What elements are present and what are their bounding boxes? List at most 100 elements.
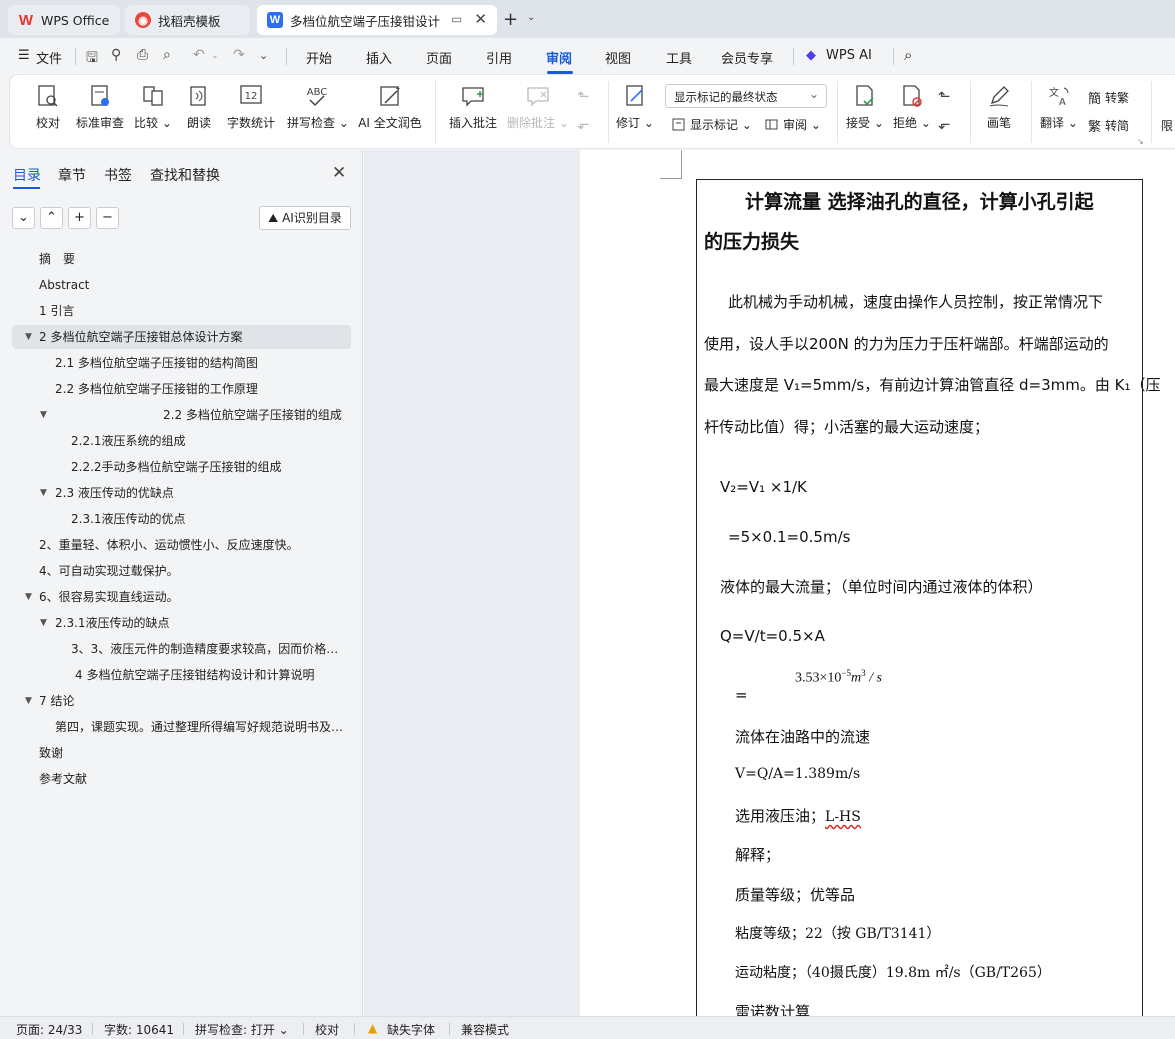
standard-review-button[interactable]: 标准审查 [74, 83, 126, 131]
ai-toc-button[interactable]: ⛰ AI识别目录 [259, 206, 351, 230]
page-indicator[interactable]: 页面: 24/33 [16, 1021, 82, 1038]
menu-insert[interactable]: 插入 [366, 48, 392, 67]
toc-item[interactable]: 第四，课题实现。通过整理所得编写好规范说明书及相关设计资料。 [55, 716, 345, 738]
translate-button[interactable]: 文A 翻译 ⌄ [1040, 83, 1078, 131]
toc-item[interactable]: 2.3.1液压传动的优点 [71, 508, 341, 530]
menu-tools[interactable]: 工具 [666, 48, 692, 67]
toc-item[interactable]: 7 结论 [39, 690, 339, 712]
tab-templates[interactable]: ◉ 找稻壳模板 [125, 5, 250, 35]
collapse-arrow-icon[interactable]: ▼ [40, 404, 47, 426]
document-page[interactable]: 计算流量 选择油孔的直径，计算小孔引起 的压力损失 此机械为手动机械，速度由操作… [580, 150, 1175, 1016]
spell-check-status[interactable]: 拼写检查: 打开 ⌄ [195, 1021, 289, 1038]
monitor-icon[interactable]: ▭ [451, 12, 462, 26]
ai-polish-button[interactable]: ✦ AI 全文润色 [357, 83, 423, 131]
toc-item[interactable]: 致谢 [39, 742, 339, 764]
collapse-all-button[interactable]: ⌄ [12, 207, 35, 229]
word-count-indicator[interactable]: 字数: 10641 [104, 1021, 174, 1038]
toc-item[interactable]: Abstract [39, 274, 339, 296]
next-comment-icon[interactable]: ⬐ [577, 115, 590, 133]
proofread-status[interactable]: 校对 [315, 1021, 339, 1038]
track-changes-button[interactable]: 修订 ⌄ [616, 83, 654, 131]
nav-tab-toc[interactable]: 目录 [13, 165, 41, 185]
toc-item[interactable]: 1 引言 [39, 300, 339, 322]
chevron-down-icon[interactable]: ⌄ [259, 49, 268, 62]
menu-member[interactable]: 会员专享 [721, 48, 773, 67]
dialog-launcher-icon[interactable]: ↘ [1137, 137, 1144, 146]
collapse-arrow-icon[interactable]: ▼ [40, 482, 47, 504]
toc-item[interactable]: 2.2.1液压系统的组成 [71, 430, 341, 452]
toc-item[interactable]: 2.2 多档位航空端子压接钳的组成 [163, 404, 345, 426]
collapse-arrow-icon[interactable]: ▼ [40, 612, 47, 634]
hamburger-icon[interactable]: ☰ [18, 48, 30, 63]
delete-comment-icon [527, 87, 549, 107]
pen-button[interactable]: 画笔 [982, 83, 1016, 131]
next-change-icon[interactable]: ⬐ [938, 115, 951, 133]
add-heading-button[interactable]: + [68, 207, 91, 229]
read-aloud-button[interactable]: 朗读 [185, 83, 213, 131]
toc-item[interactable]: 2.1 多档位航空端子压接钳的结构简图 [55, 352, 345, 374]
tab-document[interactable]: W 多档位航空端子压接钳设计 ▭ ✕ [257, 5, 497, 35]
print-icon[interactable]: ⎙ [137, 47, 148, 63]
toc-item[interactable]: 3、3、液压元件的制造精度要求较高，因而价格较贵。 [71, 638, 341, 660]
compare-button[interactable]: 比较 ⌄ [134, 83, 172, 131]
previous-change-icon[interactable]: ⬑ [938, 87, 951, 105]
spell-check-button[interactable]: ABC 拼写检查 ⌄ [287, 83, 349, 131]
expand-level-button[interactable]: ⌃ [40, 207, 63, 229]
nav-tab-bookmarks[interactable]: 书签 [104, 165, 132, 185]
print-preview-icon[interactable]: ⌕ [163, 47, 171, 63]
delete-comment-button[interactable]: 删除批注 ⌄ [507, 83, 569, 131]
menu-view[interactable]: 视图 [605, 48, 631, 67]
collapse-arrow-icon[interactable]: ▼ [25, 326, 32, 348]
toc-item[interactable]: 2.2 多档位航空端子压接钳的工作原理 [55, 378, 345, 400]
menu-page[interactable]: 页面 [426, 48, 452, 67]
divider [183, 1023, 184, 1035]
remove-heading-button[interactable]: − [96, 207, 119, 229]
word-count-button[interactable]: 12 字数统计 [225, 83, 277, 131]
nav-tab-find-replace[interactable]: 查找和替换 [150, 165, 220, 185]
toc-item[interactable]: 4 多档位航空端子压接钳结构设计和计算说明 [75, 664, 341, 686]
menu-home[interactable]: 开始 [306, 48, 332, 67]
toc-item[interactable]: 2.3.1液压传动的缺点 [55, 612, 345, 634]
undo-icon[interactable]: ↶ [193, 47, 205, 63]
toc-item[interactable]: 2.2.2手动多档位航空端子压接钳的组成 [71, 456, 341, 478]
restrict-editing-label[interactable]: 限 [1161, 117, 1173, 134]
to-traditional-button[interactable]: 簡 转繁 [1088, 88, 1129, 107]
review-pane-button[interactable]: 审阅 ⌄ [764, 116, 821, 133]
collapse-arrow-icon[interactable]: ▼ [25, 690, 32, 712]
accept-button[interactable]: 接受 ⌄ [846, 83, 884, 131]
missing-font-status[interactable]: 缺失字体 [387, 1021, 435, 1038]
toc-item[interactable]: 4、可自动实现过载保护。 [39, 560, 339, 582]
toc-item[interactable]: 2.3 液压传动的优缺点 [55, 482, 345, 504]
menu-reference[interactable]: 引用 [486, 48, 512, 67]
tab-wps-office[interactable]: W WPS Office [8, 5, 120, 35]
close-tab-icon[interactable]: ✕ [474, 10, 487, 28]
proofread-button[interactable]: 校对 [31, 83, 65, 131]
collapse-arrow-icon[interactable]: ▼ [25, 586, 32, 608]
share-icon[interactable]: ⚲ [111, 47, 121, 63]
close-icon[interactable]: ✕ [332, 163, 346, 183]
new-tab-icon[interactable]: + [503, 9, 518, 30]
markup-mode-select[interactable]: 显示标记的最终状态 ⌄ [665, 84, 827, 108]
search-icon[interactable]: ⌕ [904, 46, 912, 64]
menu-wps-ai[interactable]: WPS AI [826, 48, 872, 63]
toc-item[interactable]: 摘 要 [39, 248, 339, 270]
redo-icon[interactable]: ↷ [233, 47, 245, 63]
insert-comment-icon [462, 87, 484, 107]
to-simplified-button[interactable]: 繁 转简 [1088, 116, 1129, 135]
document-canvas[interactable]: 计算流量 选择油孔的直径，计算小孔引起 的压力损失 此机械为手动机械，速度由操作… [364, 150, 1175, 1016]
insert-comment-button[interactable]: 插入批注 [448, 83, 498, 131]
toc-item[interactable]: 2、重量轻、体积小、运动惯性小、反应速度快。 [39, 534, 339, 556]
toc-item[interactable]: 6、很容易实现直线运动。 [39, 586, 339, 608]
menu-review[interactable]: 审阅 [546, 48, 572, 67]
formula-object[interactable]: 3.53×10−5m3 / s [795, 668, 882, 687]
reject-button[interactable]: 拒绝 ⌄ [893, 83, 931, 131]
toc-item[interactable]: 参考文献 [39, 768, 339, 790]
chevron-down-icon[interactable]: ⌄ [211, 51, 219, 61]
menu-file[interactable]: 文件 [36, 48, 62, 67]
show-markup-button[interactable]: 显示标记 ⌄ [671, 116, 752, 133]
chevron-down-icon[interactable]: ⌄ [527, 12, 535, 23]
save-icon[interactable]: 🖫 [86, 47, 98, 71]
previous-comment-icon[interactable]: ⬑ [577, 87, 590, 105]
nav-tab-sections[interactable]: 章节 [58, 165, 86, 185]
toc-item-selected[interactable]: 2 多档位航空端子压接钳总体设计方案 [39, 326, 339, 348]
